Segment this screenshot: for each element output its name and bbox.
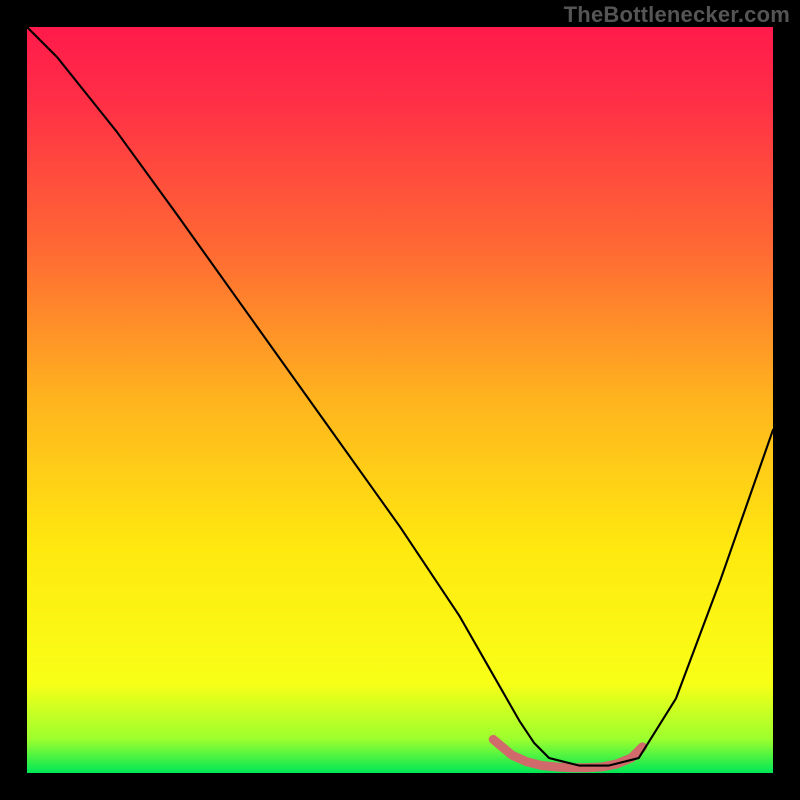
gradient-background (27, 27, 773, 773)
chart-svg (27, 27, 773, 773)
attribution-text: TheBottlenecker.com (564, 2, 790, 28)
chart-frame: TheBottlenecker.com (0, 0, 800, 800)
chart-plot-area (27, 27, 773, 773)
